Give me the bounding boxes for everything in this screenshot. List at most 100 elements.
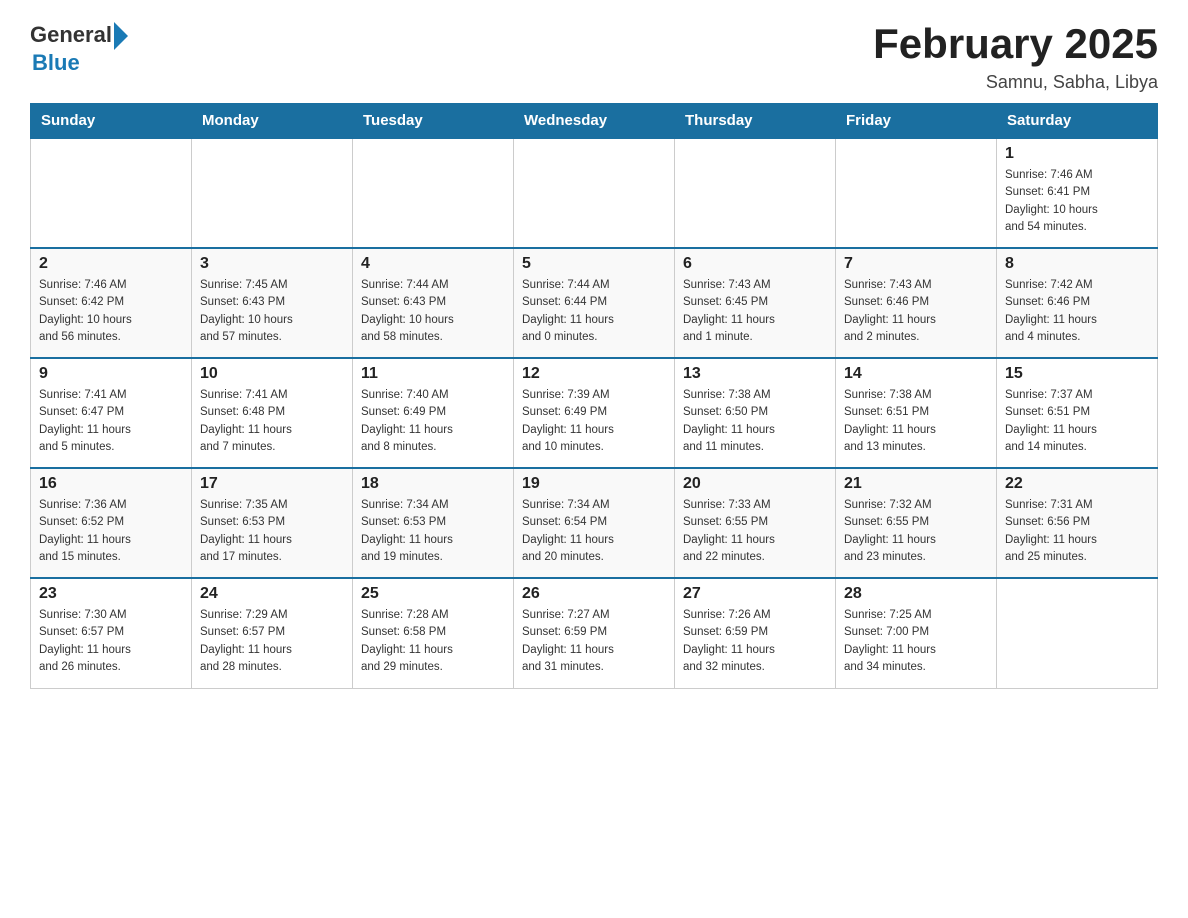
day-number: 6	[683, 255, 827, 273]
calendar-cell: 10 Sunrise: 7:41 AM Sunset: 6:48 PM Dayli…	[192, 358, 353, 468]
calendar-cell: 21 Sunrise: 7:32 AM Sunset: 6:55 PM Dayli…	[836, 468, 997, 578]
day-info: Sunrise: 7:46 AM Sunset: 6:41 PM Dayligh…	[1005, 167, 1149, 236]
day-info: Sunrise: 7:30 AM Sunset: 6:57 PM Dayligh…	[39, 607, 183, 676]
day-info: Sunrise: 7:41 AM Sunset: 6:48 PM Dayligh…	[200, 387, 344, 456]
day-info: Sunrise: 7:28 AM Sunset: 6:58 PM Dayligh…	[361, 607, 505, 676]
calendar-cell: 18 Sunrise: 7:34 AM Sunset: 6:53 PM Dayli…	[353, 468, 514, 578]
day-number: 2	[39, 255, 183, 273]
column-header-thursday: Thursday	[675, 104, 836, 139]
day-number: 16	[39, 475, 183, 493]
calendar-cell: 9 Sunrise: 7:41 AM Sunset: 6:47 PM Daylig…	[31, 358, 192, 468]
day-info: Sunrise: 7:27 AM Sunset: 6:59 PM Dayligh…	[522, 607, 666, 676]
day-number: 19	[522, 475, 666, 493]
day-number: 4	[361, 255, 505, 273]
day-number: 9	[39, 365, 183, 383]
calendar-cell: 8 Sunrise: 7:42 AM Sunset: 6:46 PM Daylig…	[997, 248, 1158, 358]
calendar-cell: 6 Sunrise: 7:43 AM Sunset: 6:45 PM Daylig…	[675, 248, 836, 358]
day-info: Sunrise: 7:42 AM Sunset: 6:46 PM Dayligh…	[1005, 277, 1149, 346]
main-title: February 2025	[873, 20, 1158, 68]
calendar-cell: 5 Sunrise: 7:44 AM Sunset: 6:44 PM Daylig…	[514, 248, 675, 358]
location-subtitle: Samnu, Sabha, Libya	[873, 72, 1158, 93]
calendar-header-row: SundayMondayTuesdayWednesdayThursdayFrid…	[31, 104, 1158, 139]
day-info: Sunrise: 7:25 AM Sunset: 7:00 PM Dayligh…	[844, 607, 988, 676]
day-number: 14	[844, 365, 988, 383]
calendar-cell: 1 Sunrise: 7:46 AM Sunset: 6:41 PM Daylig…	[997, 138, 1158, 248]
logo-arrow-icon	[114, 22, 128, 50]
calendar-cell: 4 Sunrise: 7:44 AM Sunset: 6:43 PM Daylig…	[353, 248, 514, 358]
day-number: 15	[1005, 365, 1149, 383]
calendar-cell: 25 Sunrise: 7:28 AM Sunset: 6:58 PM Dayli…	[353, 578, 514, 688]
day-info: Sunrise: 7:35 AM Sunset: 6:53 PM Dayligh…	[200, 497, 344, 566]
day-number: 11	[361, 365, 505, 383]
day-info: Sunrise: 7:37 AM Sunset: 6:51 PM Dayligh…	[1005, 387, 1149, 456]
calendar-cell: 11 Sunrise: 7:40 AM Sunset: 6:49 PM Dayli…	[353, 358, 514, 468]
day-info: Sunrise: 7:38 AM Sunset: 6:50 PM Dayligh…	[683, 387, 827, 456]
calendar-cell: 15 Sunrise: 7:37 AM Sunset: 6:51 PM Dayli…	[997, 358, 1158, 468]
calendar-cell	[514, 138, 675, 248]
day-info: Sunrise: 7:32 AM Sunset: 6:55 PM Dayligh…	[844, 497, 988, 566]
day-info: Sunrise: 7:26 AM Sunset: 6:59 PM Dayligh…	[683, 607, 827, 676]
day-number: 21	[844, 475, 988, 493]
week-row-2: 2Sunrise: 7:46 AM Sunset: 6:42 PM Daylig…	[31, 248, 1158, 358]
day-info: Sunrise: 7:41 AM Sunset: 6:47 PM Dayligh…	[39, 387, 183, 456]
day-info: Sunrise: 7:45 AM Sunset: 6:43 PM Dayligh…	[200, 277, 344, 346]
day-info: Sunrise: 7:39 AM Sunset: 6:49 PM Dayligh…	[522, 387, 666, 456]
day-number: 17	[200, 475, 344, 493]
day-info: Sunrise: 7:33 AM Sunset: 6:55 PM Dayligh…	[683, 497, 827, 566]
week-row-3: 9 Sunrise: 7:41 AM Sunset: 6:47 PM Daylig…	[31, 358, 1158, 468]
day-number: 5	[522, 255, 666, 273]
logo-general-text: General	[30, 22, 112, 48]
day-number: 1	[1005, 145, 1149, 163]
calendar-cell: 12Sunrise: 7:39 AM Sunset: 6:49 PM Dayli…	[514, 358, 675, 468]
logo: General Blue	[30, 20, 128, 76]
calendar-cell: 7 Sunrise: 7:43 AM Sunset: 6:46 PM Daylig…	[836, 248, 997, 358]
calendar-table: SundayMondayTuesdayWednesdayThursdayFrid…	[30, 103, 1158, 689]
day-number: 8	[1005, 255, 1149, 273]
week-row-4: 16 Sunrise: 7:36 AM Sunset: 6:52 PM Dayli…	[31, 468, 1158, 578]
column-header-saturday: Saturday	[997, 104, 1158, 139]
day-number: 7	[844, 255, 988, 273]
calendar-cell: 27 Sunrise: 7:26 AM Sunset: 6:59 PM Dayli…	[675, 578, 836, 688]
day-number: 18	[361, 475, 505, 493]
day-info: Sunrise: 7:44 AM Sunset: 6:43 PM Dayligh…	[361, 277, 505, 346]
calendar-cell: 3Sunrise: 7:45 AM Sunset: 6:43 PM Daylig…	[192, 248, 353, 358]
column-header-wednesday: Wednesday	[514, 104, 675, 139]
calendar-cell	[192, 138, 353, 248]
calendar-cell	[31, 138, 192, 248]
calendar-cell: 17 Sunrise: 7:35 AM Sunset: 6:53 PM Dayli…	[192, 468, 353, 578]
day-info: Sunrise: 7:44 AM Sunset: 6:44 PM Dayligh…	[522, 277, 666, 346]
calendar-cell	[836, 138, 997, 248]
calendar-cell: 22Sunrise: 7:31 AM Sunset: 6:56 PM Dayli…	[997, 468, 1158, 578]
day-number: 20	[683, 475, 827, 493]
day-number: 27	[683, 585, 827, 603]
title-section: February 2025 Samnu, Sabha, Libya	[873, 20, 1158, 93]
calendar-cell	[675, 138, 836, 248]
calendar-cell: 13 Sunrise: 7:38 AM Sunset: 6:50 PM Dayli…	[675, 358, 836, 468]
calendar-cell: 28 Sunrise: 7:25 AM Sunset: 7:00 PM Dayli…	[836, 578, 997, 688]
column-header-monday: Monday	[192, 104, 353, 139]
day-number: 28	[844, 585, 988, 603]
day-info: Sunrise: 7:40 AM Sunset: 6:49 PM Dayligh…	[361, 387, 505, 456]
day-info: Sunrise: 7:43 AM Sunset: 6:45 PM Dayligh…	[683, 277, 827, 346]
logo-blue-text: Blue	[32, 50, 80, 76]
day-number: 10	[200, 365, 344, 383]
day-info: Sunrise: 7:29 AM Sunset: 6:57 PM Dayligh…	[200, 607, 344, 676]
calendar-cell: 20 Sunrise: 7:33 AM Sunset: 6:55 PM Dayli…	[675, 468, 836, 578]
calendar-cell: 23 Sunrise: 7:30 AM Sunset: 6:57 PM Dayli…	[31, 578, 192, 688]
day-info: Sunrise: 7:36 AM Sunset: 6:52 PM Dayligh…	[39, 497, 183, 566]
day-number: 13	[683, 365, 827, 383]
calendar-cell: 2Sunrise: 7:46 AM Sunset: 6:42 PM Daylig…	[31, 248, 192, 358]
day-info: Sunrise: 7:38 AM Sunset: 6:51 PM Dayligh…	[844, 387, 988, 456]
week-row-1: 1 Sunrise: 7:46 AM Sunset: 6:41 PM Daylig…	[31, 138, 1158, 248]
column-header-sunday: Sunday	[31, 104, 192, 139]
day-info: Sunrise: 7:43 AM Sunset: 6:46 PM Dayligh…	[844, 277, 988, 346]
day-number: 26	[522, 585, 666, 603]
day-number: 23	[39, 585, 183, 603]
day-number: 25	[361, 585, 505, 603]
calendar-cell: 16 Sunrise: 7:36 AM Sunset: 6:52 PM Dayli…	[31, 468, 192, 578]
day-info: Sunrise: 7:34 AM Sunset: 6:54 PM Dayligh…	[522, 497, 666, 566]
day-info: Sunrise: 7:34 AM Sunset: 6:53 PM Dayligh…	[361, 497, 505, 566]
calendar-cell: 24Sunrise: 7:29 AM Sunset: 6:57 PM Dayli…	[192, 578, 353, 688]
column-header-tuesday: Tuesday	[353, 104, 514, 139]
day-info: Sunrise: 7:31 AM Sunset: 6:56 PM Dayligh…	[1005, 497, 1149, 566]
